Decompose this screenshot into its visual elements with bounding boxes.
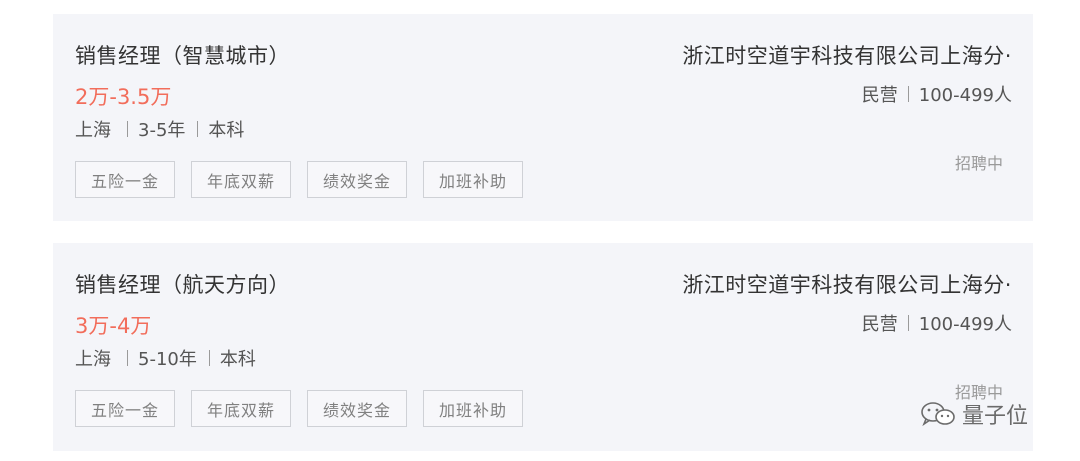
benefit-tag: 加班补助	[423, 390, 523, 427]
benefit-tags: 五险一金 年底双薪 绩效奖金 加班补助	[75, 390, 539, 427]
company-size: 100-499人	[918, 314, 1012, 335]
company-size: 100-499人	[918, 85, 1012, 106]
divider	[127, 350, 128, 366]
benefit-tag: 年底双薪	[191, 161, 291, 198]
divider	[197, 121, 199, 137]
divider	[208, 350, 210, 366]
wechat-icon	[921, 402, 955, 427]
company-info: 民营 100-499人	[862, 81, 1012, 107]
company-info: 民营 100-499人	[862, 310, 1012, 336]
job-education: 本科	[219, 349, 256, 370]
company-name[interactable]: 浙江时空道宇科技有限公司上海分·	[652, 269, 1012, 299]
job-card[interactable]: 销售经理（航天方向） 3万-4万 上海 5-10年 本科 五险一金 年底双薪 绩…	[53, 243, 1033, 451]
benefit-tag: 加班补助	[423, 161, 523, 198]
watermark-text: 量子位	[962, 404, 1029, 429]
job-title[interactable]: 销售经理（智慧城市）	[75, 40, 290, 70]
divider	[907, 315, 909, 331]
job-city: 上海	[75, 120, 111, 141]
benefit-tags: 五险一金 年底双薪 绩效奖金 加班补助	[75, 161, 539, 198]
job-experience: 3-5年	[138, 120, 186, 141]
watermark: 量子位	[920, 398, 1028, 430]
job-education: 本科	[208, 120, 245, 141]
recruiting-status: 招聘中	[954, 154, 1003, 173]
job-experience: 5-10年	[138, 349, 197, 370]
company-type: 民营	[861, 85, 898, 106]
job-title[interactable]: 销售经理（航天方向）	[75, 269, 290, 299]
company-name[interactable]: 浙江时空道宇科技有限公司上海分·	[652, 40, 1012, 70]
divider	[127, 121, 128, 137]
company-type: 民营	[861, 314, 898, 335]
job-card[interactable]: 销售经理（智慧城市） 2万-3.5万 上海 3-5年 本科 五险一金 年底双薪 …	[53, 14, 1033, 221]
job-requirements: 上海 3-5年 本科	[75, 116, 244, 142]
benefit-tag: 年底双薪	[191, 390, 291, 427]
job-salary: 2万-3.5万	[75, 85, 172, 109]
benefit-tag: 五险一金	[75, 390, 175, 427]
job-city: 上海	[75, 349, 111, 370]
benefit-tag: 绩效奖金	[307, 390, 407, 427]
benefit-tag: 绩效奖金	[307, 161, 407, 198]
divider	[907, 86, 909, 102]
benefit-tag: 五险一金	[75, 161, 175, 198]
job-requirements: 上海 5-10年 本科	[75, 345, 256, 371]
job-salary: 3万-4万	[75, 314, 152, 338]
